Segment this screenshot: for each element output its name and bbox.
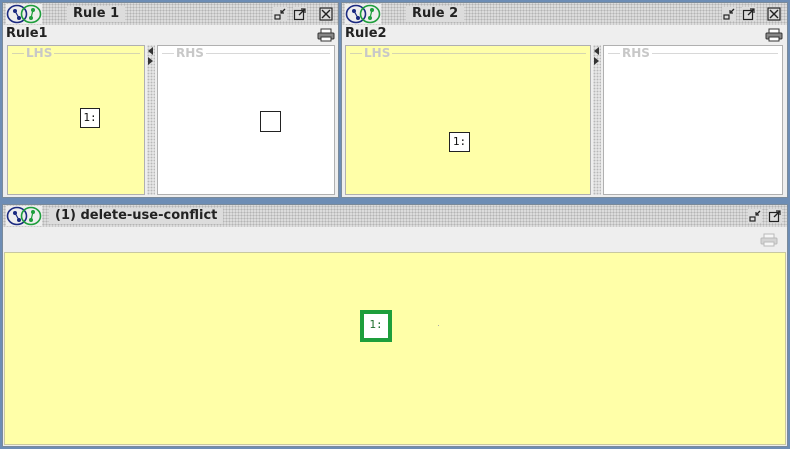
rule1-subbar: Rule1	[3, 25, 338, 43]
maximize-icon[interactable]	[293, 7, 307, 21]
graph-logo-icon	[6, 4, 42, 24]
graph-logo-icon	[345, 4, 381, 24]
conflict-subbar	[3, 227, 787, 251]
rule2-subbar: Rule2	[342, 25, 787, 43]
conflict-match-node[interactable]: 1:	[360, 310, 392, 342]
conflict-graph-pane[interactable]: 1:	[4, 252, 786, 445]
dot-marker	[438, 325, 439, 326]
rule1-splitter[interactable]	[147, 45, 155, 195]
close-icon[interactable]	[319, 7, 333, 21]
rule2-lhs-label: LHS	[362, 46, 393, 60]
rule2-rhs-legend: RHS	[608, 47, 778, 61]
rule1-lhs-pane[interactable]: LHS 1:	[7, 45, 145, 195]
rule1-window: Rule 1 Rule1 LHS 1: RHS	[2, 2, 339, 198]
rule2-rhs-label: RHS	[620, 46, 652, 60]
rule1-title: Rule 1	[67, 6, 126, 22]
rule2-title: Rule 2	[406, 6, 465, 22]
rule2-splitter[interactable]	[593, 45, 601, 195]
rule1-rhs-pane[interactable]: RHS	[157, 45, 335, 195]
rule1-rhs-legend: RHS	[162, 47, 330, 61]
conflict-window: (1) delete-use-conflict 1:	[2, 204, 788, 447]
rule2-lhs-pane[interactable]: LHS 1:	[345, 45, 591, 195]
rule1-name: Rule1	[6, 26, 48, 41]
rule1-rhs-node[interactable]	[260, 111, 281, 132]
rule1-lhs-legend: LHS	[12, 47, 140, 61]
rule2-titlebar[interactable]: Rule 2	[342, 3, 787, 26]
rule2-name: Rule2	[345, 26, 387, 41]
rule2-lhs-node[interactable]: 1:	[449, 132, 470, 152]
print-icon[interactable]	[760, 232, 778, 247]
rule2-window: Rule 2 Rule2 LHS 1: RHS	[341, 2, 788, 198]
rule1-rhs-label: RHS	[174, 46, 206, 60]
iconify-icon[interactable]	[748, 209, 762, 223]
conflict-title: (1) delete-use-conflict	[49, 208, 224, 224]
iconify-icon[interactable]	[273, 7, 287, 21]
rule2-rhs-pane[interactable]: RHS	[603, 45, 783, 195]
rule2-lhs-legend: LHS	[350, 47, 586, 61]
print-icon[interactable]	[317, 27, 335, 42]
rule1-lhs-node[interactable]: 1:	[80, 108, 100, 128]
maximize-icon[interactable]	[742, 7, 756, 21]
close-icon[interactable]	[767, 7, 781, 21]
graph-logo-icon	[6, 206, 42, 226]
rule1-titlebar[interactable]: Rule 1	[3, 3, 338, 26]
iconify-icon[interactable]	[722, 7, 736, 21]
maximize-icon[interactable]	[768, 209, 782, 223]
rule1-lhs-label: LHS	[24, 46, 55, 60]
conflict-titlebar[interactable]: (1) delete-use-conflict	[3, 205, 787, 228]
print-icon[interactable]	[765, 27, 783, 42]
